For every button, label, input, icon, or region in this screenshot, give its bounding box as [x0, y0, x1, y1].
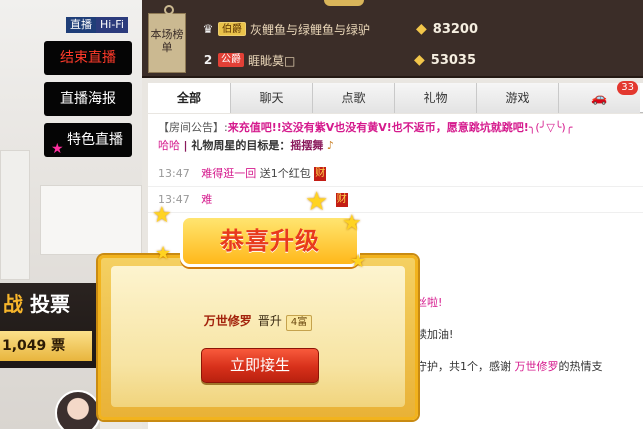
avatar[interactable] — [55, 390, 101, 429]
chat-fragment-user[interactable]: 万世修罗 — [515, 360, 559, 373]
chat-fragment-text: 守护，共1个，感谢 — [416, 360, 511, 373]
goal-value: 摇摆舞 — [290, 139, 324, 152]
coin-icon: ◆ — [414, 52, 425, 68]
featured-stream-button[interactable]: ★ 特色直播 — [44, 123, 132, 157]
level-up-header: 恭喜升级 ★ ★ ★ ★ ★ — [150, 187, 382, 283]
chat-message: 13:47 难得逛一回 送1个红包 财 — [148, 161, 643, 187]
announcement-text: 来充值吧!!这没有紫V也没有黄V!也不返币，愿意跳坑就跳吧! — [227, 121, 529, 134]
wealth-level-badge: 4富 — [285, 315, 313, 331]
leaderboard-username[interactable]: 睚眦莫□ — [248, 52, 408, 69]
level-up-username[interactable]: 万世修罗 — [204, 314, 252, 328]
stream-poster-button[interactable]: 直播海报 — [44, 82, 132, 116]
trophy-icon: ♛ — [202, 22, 214, 36]
chat-fragment: 续加油! — [416, 328, 454, 341]
level-up-dialog-body: 万世修罗 晋升 4富 — [111, 266, 405, 407]
tab-chat[interactable]: 聊天 — [230, 83, 312, 113]
tab-gifts[interactable]: 礼物 — [394, 83, 476, 113]
background-cabinet — [40, 185, 142, 255]
announcement-emote: ╮(╯▽╰)╭ — [528, 121, 573, 134]
leaderboard-rank: 2 — [203, 53, 213, 67]
hifi-badge: Hi-Fi — [96, 17, 128, 33]
accept-button[interactable]: 立即接生 — [201, 348, 319, 383]
level-badge: 伯爵 — [218, 22, 246, 36]
chat-tabs: 全部 聊天 点歌 礼物 游戏 🚗 33 — [148, 81, 643, 113]
chat-fragment-text: 的热情支 — [558, 360, 603, 373]
leaderboard: 本场榜单 ♛ 伯爵 灰鲤鱼与绿鲤鱼与绿驴 ◆ 83200 2 公爵 睚眦莫□ ◆… — [142, 0, 643, 78]
level-up-action: 晋升 — [257, 314, 282, 328]
message-text: 送1个红包 — [259, 167, 311, 180]
vote-count-unit: 票 — [51, 338, 66, 354]
chat-fragment: 守护，共1个，感谢 万世修罗的热情支 — [416, 358, 603, 374]
message-time: 13:47 — [158, 167, 190, 180]
background-chair — [0, 150, 30, 280]
room-announcement: 【房间公告】:来充值吧!!这没有紫V也没有黄V!也不返币，愿意跳坑就跳吧!╮(╯… — [158, 121, 573, 152]
leaderboard-rows: ♛ 伯爵 灰鲤鱼与绿鲤鱼与绿驴 ◆ 83200 2 公爵 睚眦莫□ ◆ 5303… — [198, 0, 638, 74]
goal-label: 礼物周星的目标是： — [191, 139, 291, 152]
leaderboard-tab[interactable]: 本场榜单 — [148, 5, 186, 73]
leaderboard-score: 83200 — [432, 21, 479, 37]
star-icon: ★ — [155, 243, 172, 264]
level-badge: 公爵 — [218, 53, 244, 67]
star-icon: ★ — [152, 203, 172, 228]
vote-title: 战 投票 — [3, 288, 70, 317]
vote-title-text: 投票 — [29, 292, 70, 316]
vote-count-value: 1,049 — [2, 338, 47, 354]
level-up-message: 万世修罗 晋升 4富 — [111, 312, 405, 331]
leaderboard-row[interactable]: 2 公爵 睚眦莫□ ◆ 53035 — [198, 46, 638, 74]
vehicle-count-badge: 33 — [617, 81, 638, 95]
message-user[interactable]: 难得逛一回 — [201, 167, 256, 180]
tab-all[interactable]: 全部 — [148, 83, 230, 113]
tab-vehicles[interactable]: 🚗 33 — [558, 81, 640, 113]
level-up-title: 恭喜升级 — [220, 227, 320, 255]
leaderboard-username[interactable]: 灰鲤鱼与绿鲤鱼与绿驴 — [250, 21, 410, 38]
end-stream-button[interactable]: 结束直播 — [44, 41, 132, 75]
vote-count[interactable]: 1,049 票 — [0, 331, 92, 361]
tab-games[interactable]: 游戏 — [476, 83, 558, 113]
announcement-heading: 【房间公告】: — [158, 121, 228, 134]
star-icon: ★ — [51, 141, 64, 157]
chat-fragment: 丝啦! — [416, 294, 442, 310]
live-badge: 直播 — [66, 17, 96, 33]
dancer-icon: ♪ — [326, 139, 334, 152]
featured-stream-label: 特色直播 — [67, 132, 123, 148]
stream-quality-badge: 直播 Hi-Fi — [66, 17, 128, 33]
star-icon: ★ — [305, 187, 329, 217]
coin-icon: ◆ — [416, 21, 427, 37]
chat-fragment-text: 丝啦! — [416, 296, 443, 309]
announcement-tail: 哈哈 — [158, 139, 180, 152]
car-icon: 🚗 — [591, 91, 608, 106]
leaderboard-row[interactable]: ♛ 伯爵 灰鲤鱼与绿鲤鱼与绿驴 ◆ 83200 — [198, 15, 638, 43]
star-icon: ★ — [342, 211, 362, 236]
vote-title-prefix: 战 — [3, 292, 23, 316]
live-room: 直播 Hi-Fi 结束直播 直播海报 ★ 特色直播 战 投票 1,049 票 本… — [0, 0, 643, 429]
leaderboard-score: 53035 — [430, 52, 477, 68]
star-icon: ★ — [350, 251, 367, 272]
wealth-tag: 财 — [314, 167, 327, 181]
tab-songs[interactable]: 点歌 — [312, 83, 394, 113]
